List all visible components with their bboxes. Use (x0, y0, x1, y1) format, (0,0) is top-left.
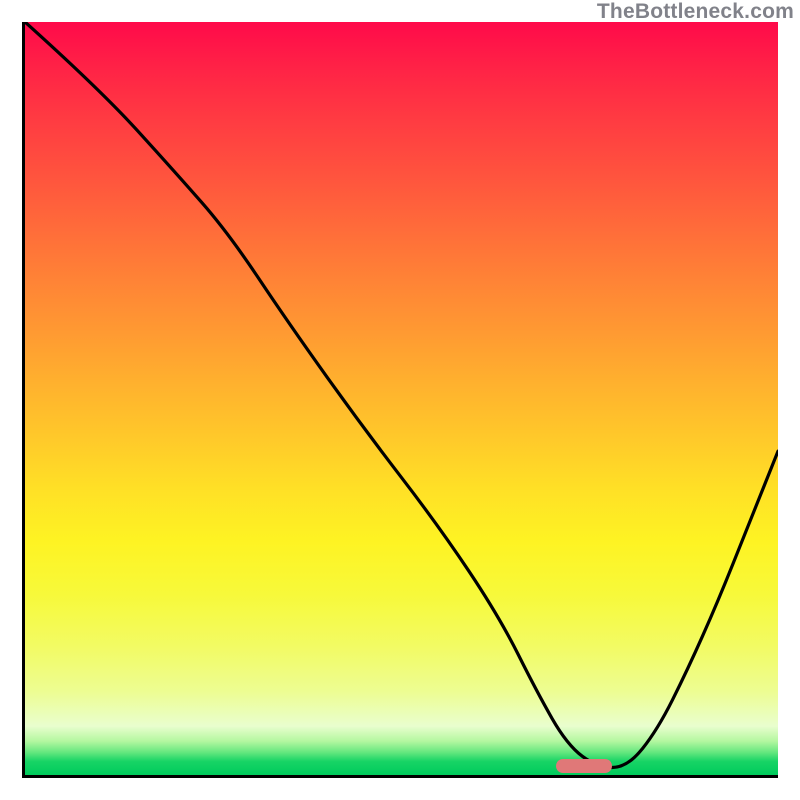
bottleneck-curve (25, 22, 778, 775)
plot-area (22, 22, 778, 778)
bottleneck-chart: TheBottleneck.com (0, 0, 800, 800)
watermark-text: TheBottleneck.com (597, 0, 794, 24)
optimal-range-marker (556, 759, 612, 773)
